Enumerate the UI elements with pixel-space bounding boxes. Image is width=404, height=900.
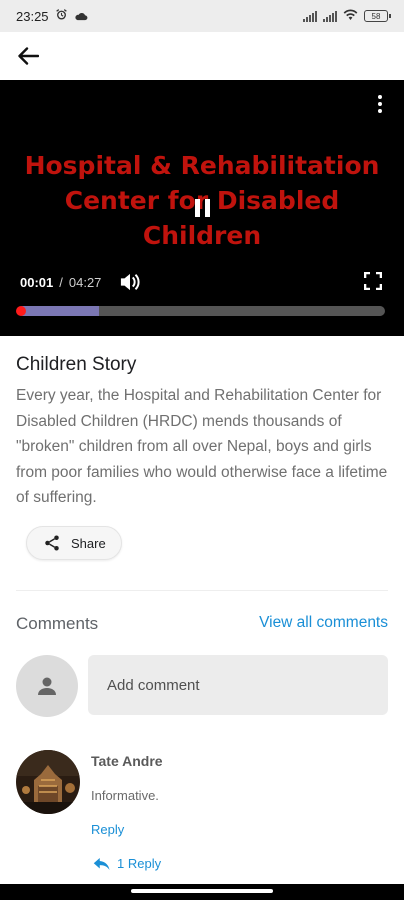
pause-icon xyxy=(194,199,200,217)
view-all-comments-link[interactable]: View all comments xyxy=(259,614,388,632)
view-replies-button[interactable]: 1 Reply xyxy=(93,856,161,871)
pause-button[interactable] xyxy=(190,196,214,220)
volume-icon xyxy=(121,273,140,291)
cloud-icon xyxy=(74,9,88,24)
avatar xyxy=(16,655,78,717)
battery-level: 58 xyxy=(371,11,381,21)
status-right: 58 xyxy=(303,8,391,24)
fullscreen-button[interactable] xyxy=(363,271,384,292)
status-bar: 23:25 58 xyxy=(0,0,404,32)
fullscreen-icon xyxy=(363,271,383,291)
more-vert-icon[interactable] xyxy=(370,92,390,116)
system-nav-bar xyxy=(0,884,404,900)
wifi-icon xyxy=(343,8,358,24)
person-icon xyxy=(38,677,56,695)
seek-knob[interactable] xyxy=(16,306,26,316)
volume-button[interactable] xyxy=(119,272,143,292)
video-player[interactable]: Hospital & Rehabilitation Center for Dis… xyxy=(0,80,404,336)
status-time: 23:25 xyxy=(16,8,49,24)
time-display: 00:01 / 04:27 xyxy=(20,272,143,292)
battery-icon: 58 xyxy=(364,10,391,22)
app-bar xyxy=(0,32,404,80)
status-left: 23:25 xyxy=(16,8,88,24)
story-title: Children Story xyxy=(16,354,137,375)
signal-icon-2 xyxy=(323,10,337,22)
signal-icon xyxy=(303,10,317,22)
replies-count: 1 Reply xyxy=(117,856,162,871)
comment-text: Informative. xyxy=(91,788,159,803)
current-time: 00:01 xyxy=(20,274,54,290)
comments-heading: Comments xyxy=(16,614,99,633)
alarm-icon xyxy=(55,8,68,24)
buffer-bar xyxy=(18,306,99,316)
divider xyxy=(16,590,388,591)
story-description: Every year, the Hospital and Rehabilitat… xyxy=(16,387,388,506)
share-icon xyxy=(45,535,59,551)
time-separator: / xyxy=(59,274,63,290)
commenter-avatar[interactable] xyxy=(16,750,80,814)
reply-arrow-icon xyxy=(93,857,110,870)
back-button[interactable] xyxy=(12,40,44,72)
arrow-left-icon xyxy=(18,47,39,65)
duration: 04:27 xyxy=(68,274,102,290)
share-label: Share xyxy=(71,535,106,551)
home-handle[interactable] xyxy=(131,889,273,893)
share-button[interactable]: Share xyxy=(26,526,122,560)
reply-button[interactable]: Reply xyxy=(91,822,124,837)
comment-author: Tate Andre xyxy=(91,753,163,769)
seek-bar[interactable] xyxy=(18,306,385,316)
add-comment-input[interactable] xyxy=(88,655,388,715)
